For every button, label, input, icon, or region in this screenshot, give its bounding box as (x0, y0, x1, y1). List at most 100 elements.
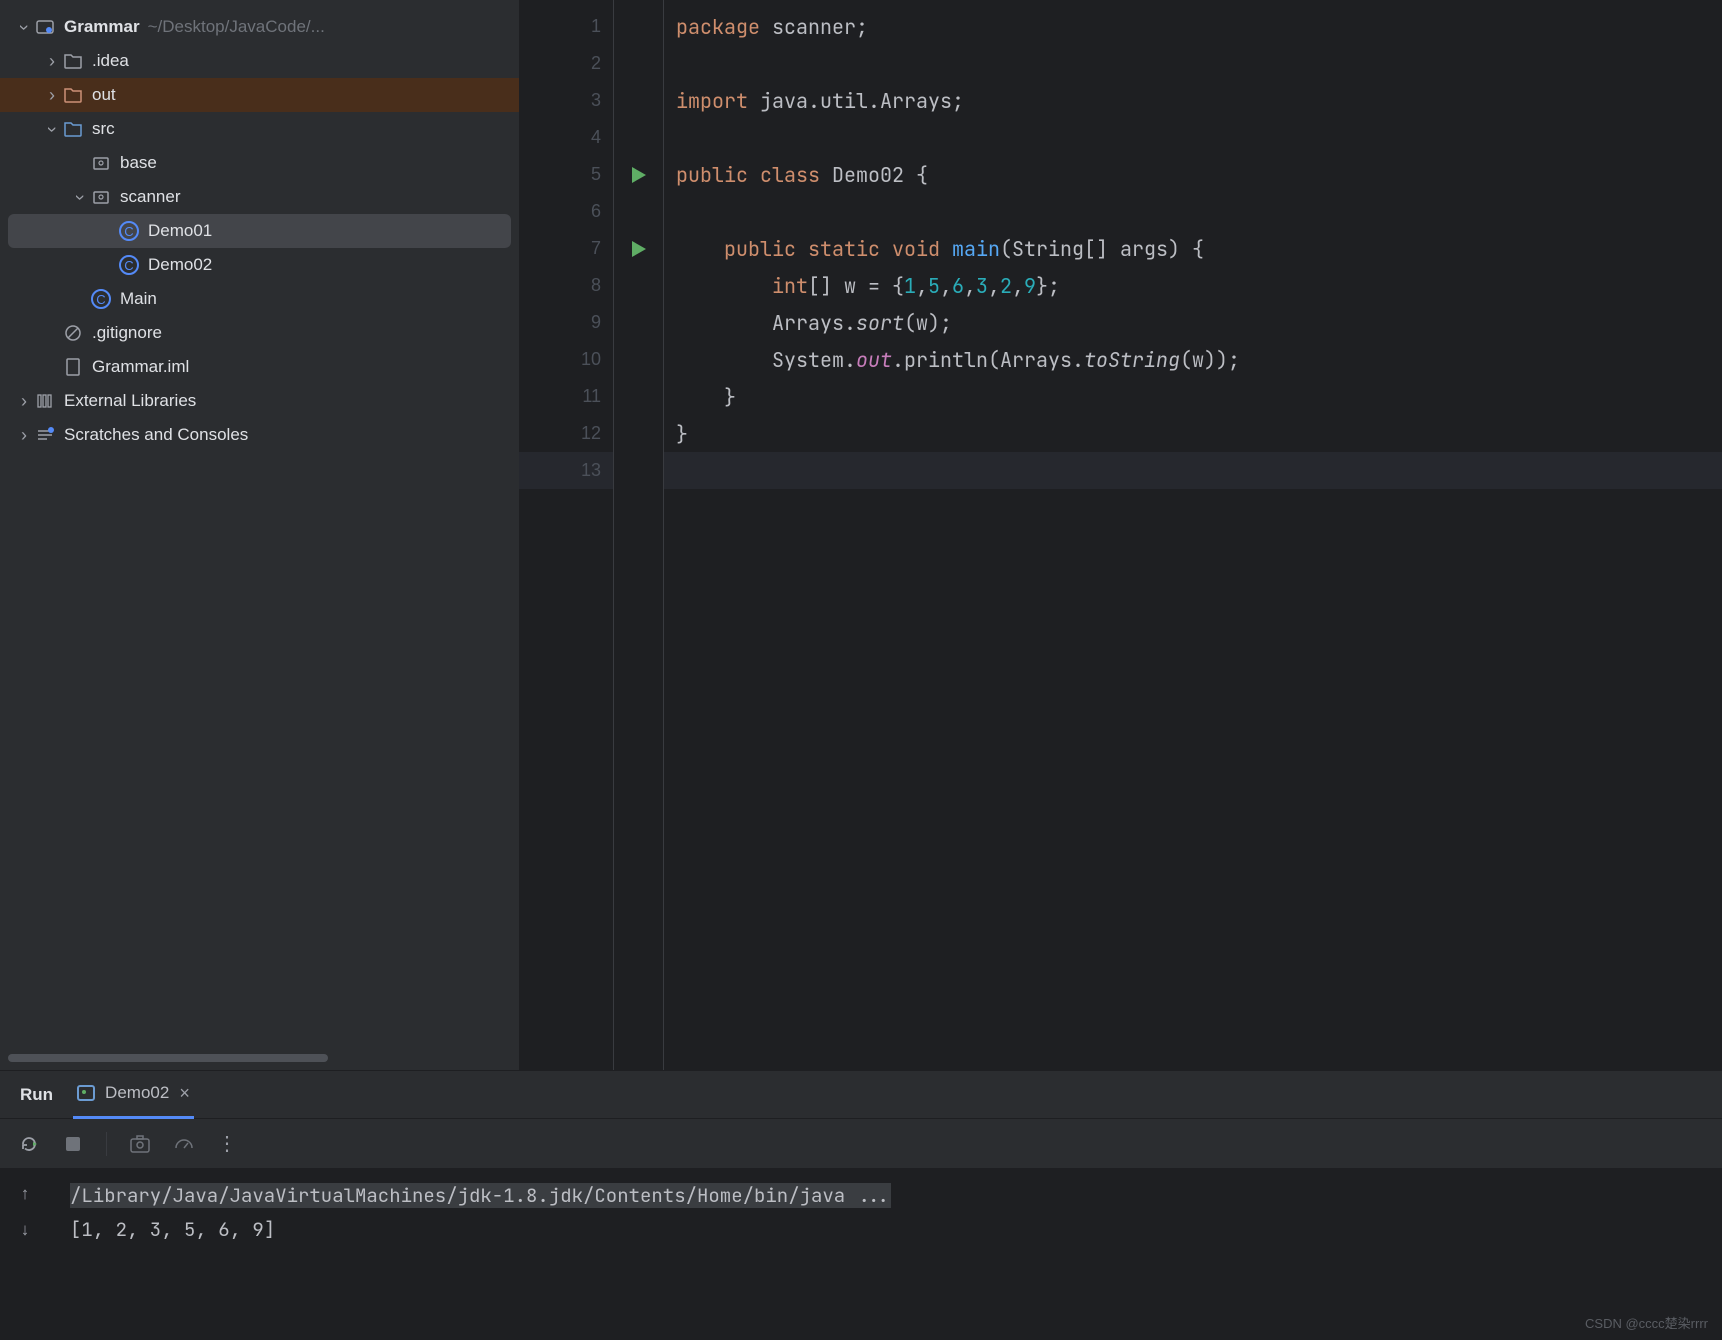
ignore-icon (62, 322, 84, 344)
code-line[interactable]: public static void main(String[] args) { (664, 230, 1722, 267)
tree-label: out (92, 85, 116, 105)
java-icon: C (118, 254, 140, 276)
java-icon: C (118, 220, 140, 242)
run-tab-label: Demo02 (105, 1083, 169, 1103)
line-number[interactable]: 2 (519, 45, 613, 82)
tree-item-scanner[interactable]: scanner (0, 180, 519, 214)
tree-item-external-libraries[interactable]: External Libraries (0, 384, 519, 418)
line-number[interactable]: 4 (519, 119, 613, 156)
line-number[interactable]: 1 (519, 8, 613, 45)
code-area[interactable]: package scanner; import java.util.Arrays;… (664, 0, 1722, 1070)
tree-item-src[interactable]: src (0, 112, 519, 146)
divider (106, 1132, 107, 1156)
code-line[interactable]: package scanner; (664, 8, 1722, 45)
down-arrow-icon[interactable]: ↓ (14, 1219, 36, 1241)
code-line[interactable]: } (664, 378, 1722, 415)
line-number[interactable]: 10 (519, 341, 613, 378)
tree-label: Demo02 (148, 255, 212, 275)
run-icon[interactable] (632, 167, 646, 183)
chevron-down-icon[interactable] (14, 17, 34, 38)
root-label: Grammar (64, 17, 140, 37)
run-gutter (614, 0, 664, 1070)
tree-label: Grammar.iml (92, 357, 189, 377)
code-line[interactable] (664, 193, 1722, 230)
code-line[interactable]: int[] w = {1,5,6,3,2,9}; (664, 267, 1722, 304)
code-line[interactable] (664, 119, 1722, 156)
tree-label: base (120, 153, 157, 173)
tree-label: Scratches and Consoles (64, 425, 248, 445)
horizontal-scrollbar[interactable] (8, 1054, 328, 1062)
line-number[interactable]: 5 (519, 156, 613, 193)
module-icon (34, 16, 56, 38)
tree-label: scanner (120, 187, 180, 207)
line-number[interactable]: 8 (519, 267, 613, 304)
code-line[interactable] (664, 452, 1722, 489)
run-panel-title: Run (20, 1085, 53, 1105)
line-number[interactable]: 7 (519, 230, 613, 267)
tree-label: Demo01 (148, 221, 212, 241)
tree-root[interactable]: Grammar ~/Desktop/JavaCode/... (0, 10, 519, 44)
stop-icon[interactable] (62, 1133, 84, 1155)
scratch-icon (34, 424, 56, 446)
tree-item-grammar-iml[interactable]: Grammar.iml (0, 350, 519, 384)
line-number[interactable]: 13 (519, 452, 613, 489)
tree-label: .idea (92, 51, 129, 71)
tree-item-demo01[interactable]: C Demo01 (8, 214, 511, 248)
tree-item--idea[interactable]: .idea (0, 44, 519, 78)
code-line[interactable]: Arrays.sort(w); (664, 304, 1722, 341)
console-output[interactable]: /Library/Java/JavaVirtualMachines/jdk-1.… (50, 1169, 1722, 1340)
profiler-icon[interactable] (173, 1133, 195, 1155)
code-editor[interactable]: 12345678910111213 package scanner;import… (519, 0, 1722, 1070)
run-toolbar: ⋮ (0, 1119, 1722, 1169)
line-number[interactable]: 9 (519, 304, 613, 341)
run-icon[interactable] (632, 241, 646, 257)
folder-icon (62, 50, 84, 72)
rerun-icon[interactable] (18, 1133, 40, 1155)
more-icon[interactable]: ⋮ (217, 1133, 239, 1155)
tree-item--gitignore[interactable]: .gitignore (0, 316, 519, 350)
tree-item-main[interactable]: C Main (0, 282, 519, 316)
code-line[interactable] (664, 45, 1722, 82)
line-gutter: 12345678910111213 (519, 0, 614, 1070)
line-number[interactable]: 6 (519, 193, 613, 230)
tree-item-demo02[interactable]: C Demo02 (0, 248, 519, 282)
line-number[interactable]: 11 (519, 378, 613, 415)
up-arrow-icon[interactable]: ↑ (14, 1183, 36, 1205)
project-tree[interactable]: Grammar ~/Desktop/JavaCode/... .idea out s… (0, 0, 519, 1070)
chevron-icon[interactable] (42, 119, 62, 140)
terminal-icon (77, 1085, 95, 1101)
chevron-icon[interactable] (14, 425, 34, 446)
tree-label: Main (120, 289, 157, 309)
watermark: CSDN @cccc楚染rrrr (1585, 1313, 1708, 1332)
pkg-icon (90, 152, 112, 174)
console: ↑ ↓ /Library/Java/JavaVirtualMachines/jd… (0, 1169, 1722, 1340)
run-tab[interactable]: Demo02 × (73, 1071, 194, 1119)
code-line[interactable]: import java.util.Arrays; (664, 82, 1722, 119)
tree-label: .gitignore (92, 323, 162, 343)
java-icon: C (90, 288, 112, 310)
code-line[interactable]: public class Demo02 { (664, 156, 1722, 193)
chevron-icon[interactable] (42, 85, 62, 106)
chevron-icon[interactable] (70, 187, 90, 208)
pkg-icon (90, 186, 112, 208)
lib-icon (34, 390, 56, 412)
code-line[interactable]: System.out.println(Arrays.toString(w)); (664, 341, 1722, 378)
tree-item-base[interactable]: base (0, 146, 519, 180)
line-number[interactable]: 3 (519, 82, 613, 119)
tree-label: External Libraries (64, 391, 196, 411)
command-line: /Library/Java/JavaVirtualMachines/jdk-1.… (70, 1183, 891, 1208)
output-line: [1, 2, 3, 5, 6, 9] (70, 1217, 275, 1242)
tree-label: src (92, 119, 115, 139)
iml-icon (62, 356, 84, 378)
folder-orange-icon (62, 84, 84, 106)
folder-blue-icon (62, 118, 84, 140)
chevron-icon[interactable] (14, 391, 34, 412)
tree-item-scratches-and-consoles[interactable]: Scratches and Consoles (0, 418, 519, 452)
root-path: ~/Desktop/JavaCode/... (148, 17, 325, 37)
screenshot-icon[interactable] (129, 1133, 151, 1155)
chevron-icon[interactable] (42, 51, 62, 72)
line-number[interactable]: 12 (519, 415, 613, 452)
tree-item-out[interactable]: out (0, 78, 519, 112)
code-line[interactable]: } (664, 415, 1722, 452)
close-icon[interactable]: × (179, 1083, 190, 1104)
